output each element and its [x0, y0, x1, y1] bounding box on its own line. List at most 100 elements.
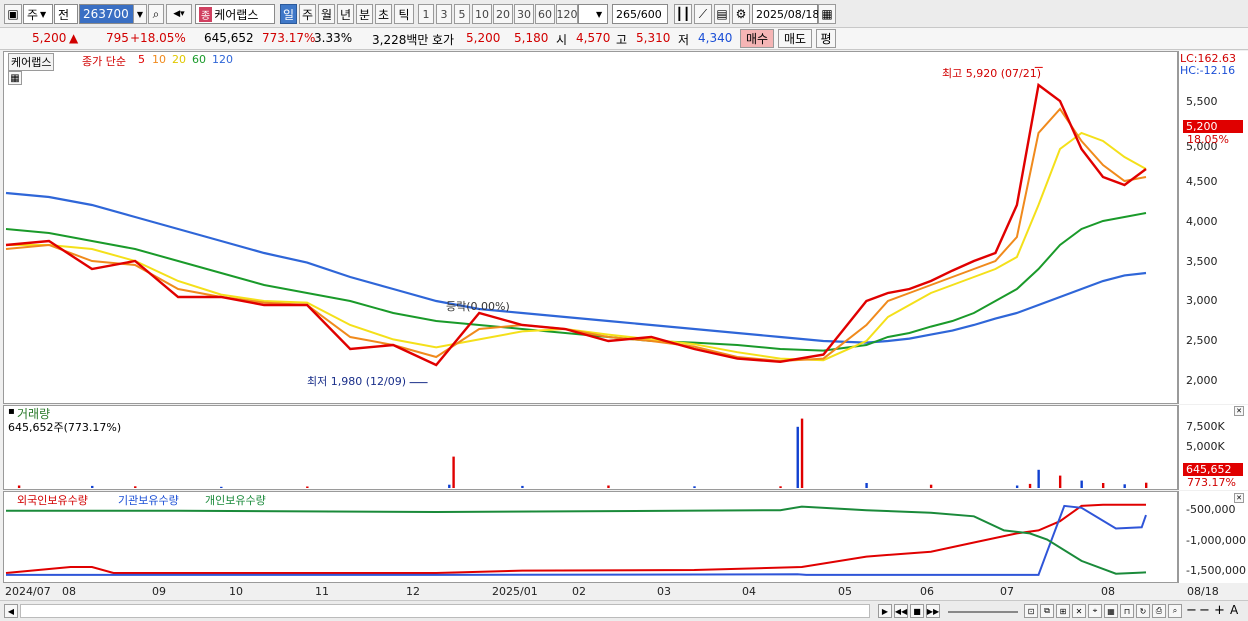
up-arrow-icon: ▲ [69, 31, 79, 45]
search-icon[interactable]: ⌕ [148, 4, 164, 24]
sell-button[interactable]: 매도 [778, 29, 812, 48]
interval-60-button[interactable]: 60 [535, 4, 555, 24]
crosshair-icon[interactable]: ⌖ [1088, 604, 1102, 618]
cross-icon[interactable]: ✕ [1072, 604, 1086, 618]
volume-value-label: 645,652주(773.17%) [8, 421, 122, 434]
current-price: 5,200 [32, 31, 67, 45]
zoom-out-minus-icon[interactable]: − [1199, 603, 1210, 618]
count-total: /600 [637, 7, 662, 21]
x-tick: 05 [838, 585, 852, 598]
interval-20-button[interactable]: 20 [493, 4, 513, 24]
stop-icon[interactable]: ■ [910, 604, 924, 618]
period-month-button[interactable]: 월 [318, 4, 335, 24]
search-icon[interactable]: ⌕ [1168, 604, 1182, 618]
calendar-icon[interactable]: ▦ [818, 4, 836, 24]
volume-y-tick: 7,500K [1186, 420, 1225, 433]
period-year-button[interactable]: 년 [337, 4, 354, 24]
stock-name: 케어랩스 [214, 7, 259, 22]
table-icon[interactable]: ▦ [8, 71, 22, 85]
rewind-icon[interactable]: ◀◀ [894, 604, 908, 618]
x-tick: 03 [657, 585, 671, 598]
holdings-close-icon[interactable]: ✕ [1234, 493, 1244, 503]
date-input[interactable]: 2025/08/18 [752, 4, 819, 24]
font-size-icon[interactable]: A [1230, 603, 1238, 617]
fit-icon[interactable]: ⊞ [1056, 604, 1070, 618]
grid-icon[interactable]: ▦ [1104, 604, 1118, 618]
layout-icon[interactable]: ▣ [4, 4, 22, 24]
volume-value: 645,652 [204, 31, 254, 45]
holdings-legend-individual: 개인보유수량 [205, 494, 266, 507]
low-label: 저 [678, 33, 690, 47]
x-tick: 08 [62, 585, 76, 598]
ask-label: 호가 [432, 33, 455, 47]
x-tick: 11 [315, 585, 329, 598]
legend-stock-name: 케어랩스 [8, 53, 55, 71]
period-second-button[interactable]: 초 [375, 4, 392, 24]
scrollbar-track[interactable] [20, 604, 870, 618]
x-tick: 2025/01 [492, 585, 538, 598]
interval-1-button[interactable]: 1 [418, 4, 434, 24]
period-day-button[interactable]: 일 [280, 4, 297, 24]
candle-type-icon[interactable]: ┃┃ [674, 4, 692, 24]
print-icon[interactable]: ⎙ [1152, 604, 1166, 618]
volume-current-pct: 773.17% [1187, 476, 1236, 489]
code-input[interactable]: 263700 [79, 4, 137, 24]
y-tick: 2,000 [1186, 374, 1218, 387]
scroll-left-icon[interactable]: ◀ [4, 604, 18, 618]
speed-slider[interactable] [948, 611, 1018, 613]
holdings-y-tick: -500,000 [1186, 503, 1236, 516]
zoom-out-icon[interactable]: − [1186, 603, 1197, 618]
legend-title: 종가 단순 [82, 55, 126, 68]
interval-5-button[interactable]: 5 [454, 4, 470, 24]
volume-close-icon[interactable]: ✕ [1234, 406, 1244, 416]
legend-ma120: 120 [212, 53, 233, 66]
lock-icon[interactable]: ⊓ [1120, 604, 1134, 618]
name-badge: 종 [199, 6, 213, 22]
refresh-icon[interactable]: ↻ [1136, 604, 1150, 618]
eval-button[interactable]: 평 [816, 29, 836, 48]
speaker-icon[interactable]: ◀▾ [166, 4, 192, 24]
open-value: 4,570 [576, 31, 611, 45]
volume-panel[interactable] [3, 405, 1178, 490]
legend-ma20: 20 [172, 53, 186, 66]
zoom-in-icon[interactable]: + [1214, 603, 1225, 618]
scope-select[interactable]: 전 [54, 4, 78, 24]
toolbar: ▣ 주 ▼ 전 263700 ▼ ⌕ ◀▾ 종 케어랩스 일 주 월 년 분 초 틱… [0, 0, 1248, 28]
period-tick-button[interactable]: 틱 [394, 4, 414, 24]
copy-icon[interactable]: ⧉ [1040, 604, 1054, 618]
interval-10-button[interactable]: 10 [472, 4, 492, 24]
zoom-icon[interactable]: ⊡ [1024, 604, 1038, 618]
volume-ratio: 773.17% [262, 31, 316, 45]
draw-tool-icon[interactable]: ⟋ [694, 4, 712, 24]
code-dropdown-icon[interactable]: ▼ [133, 4, 147, 24]
legend-ma10: 10 [152, 53, 166, 66]
mid-annotation: 등락(0.00%) [446, 300, 510, 313]
current-pct-label: 18.05% [1187, 133, 1229, 146]
play-icon[interactable]: ▶ [878, 604, 892, 618]
interval-3-button[interactable]: 3 [436, 4, 452, 24]
holdings-y-tick: -1,000,000 [1186, 534, 1246, 547]
period-week-button[interactable]: 주 [299, 4, 316, 24]
forward-icon[interactable]: ▶▶ [926, 604, 940, 618]
x-tick: 08 [1101, 585, 1115, 598]
price-panel[interactable] [3, 51, 1178, 404]
interval-input[interactable]: ▼ [578, 4, 608, 24]
high-label: 고 [616, 33, 628, 47]
x-tick: 10 [229, 585, 243, 598]
count-value: 265 [616, 7, 637, 21]
market-select[interactable]: 주 ▼ [23, 4, 53, 24]
period-minute-button[interactable]: 분 [356, 4, 373, 24]
holdings-legend-foreign: 외국인보유수량 [17, 494, 88, 507]
stock-name-field[interactable]: 종 케어랩스 [195, 4, 275, 24]
x-tick: 08/18 [1187, 585, 1219, 598]
interval-30-button[interactable]: 30 [514, 4, 534, 24]
x-tick: 06 [920, 585, 934, 598]
interval-120-button[interactable]: 120 [556, 4, 578, 24]
count-field[interactable]: 265/600 [612, 4, 668, 24]
buy-button[interactable]: 매수 [740, 29, 774, 48]
y-tick: 5,500 [1186, 95, 1218, 108]
turnover-value: 3.33% [314, 31, 353, 45]
save-icon[interactable]: ▤ [714, 4, 730, 24]
holdings-panel[interactable] [3, 491, 1178, 583]
gear-icon[interactable]: ⚙ [732, 4, 750, 24]
